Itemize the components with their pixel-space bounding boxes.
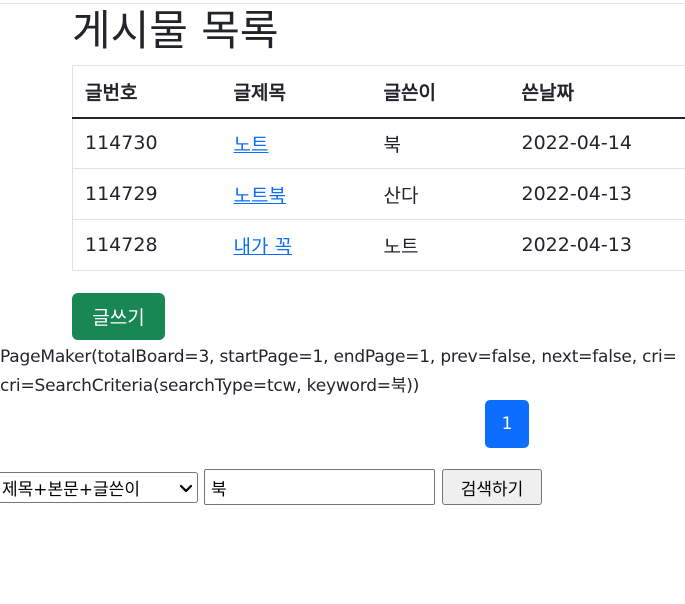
cell-date: 2022-04-14 xyxy=(509,117,685,169)
post-title-link[interactable]: 내가 꼭 xyxy=(234,236,292,258)
cell-date: 2022-04-13 xyxy=(509,168,685,220)
table-row: 114729 노트북 산다 2022-04-13 xyxy=(72,168,685,220)
cell-no: 114729 xyxy=(72,168,222,220)
search-type-selected: 제목+본문+글쓴이 xyxy=(2,480,140,500)
table-header-row: 글번호 글제목 글쓴이 쓴날짜 xyxy=(72,65,685,119)
table-row: 114728 내가 꼭 노트 2022-04-13 xyxy=(72,219,685,271)
post-title-link[interactable]: 노트북 xyxy=(234,185,286,207)
board-list-page: 게시물 목록 글번호 글제목 글쓴이 쓴날짜 114730 노트 북 2022-… xyxy=(0,0,685,604)
header-no: 글번호 xyxy=(72,65,222,119)
header-title: 글제목 xyxy=(221,65,372,119)
header-writer: 글쓴이 xyxy=(371,65,510,119)
post-title-link[interactable]: 노트 xyxy=(234,134,269,156)
cell-writer: 노트 xyxy=(371,219,510,271)
cell-title: 노트북 xyxy=(221,168,372,220)
page-maker-debug-text: PageMaker(totalBoard=3, startPage=1, end… xyxy=(0,347,677,367)
cell-writer: 산다 xyxy=(371,168,510,220)
header-date: 쓴날짜 xyxy=(509,65,685,119)
cell-no: 114728 xyxy=(72,219,222,271)
cell-date: 2022-04-13 xyxy=(509,219,685,271)
page-link-current[interactable]: 1 xyxy=(485,400,529,448)
page-title: 게시물 목록 xyxy=(72,6,279,55)
cell-no: 114730 xyxy=(72,117,222,169)
cell-writer: 북 xyxy=(371,117,510,169)
cell-title: 내가 꼭 xyxy=(221,219,372,271)
table-row: 114730 노트 북 2022-04-14 xyxy=(72,117,685,169)
cell-title: 노트 xyxy=(221,117,372,169)
search-submit-button[interactable]: 검색하기 xyxy=(442,469,542,505)
write-button[interactable]: 글쓰기 xyxy=(72,293,165,340)
board-table: 글번호 글제목 글쓴이 쓴날짜 114730 노트 북 2022-04-14 1… xyxy=(72,65,685,271)
search-criteria-debug-text: cri=SearchCriteria(searchType=tcw, keywo… xyxy=(0,376,420,396)
search-type-select[interactable]: 제목+본문+글쓴이 xyxy=(0,472,198,503)
search-keyword-input[interactable] xyxy=(204,469,435,505)
chevron-down-icon xyxy=(179,484,193,492)
